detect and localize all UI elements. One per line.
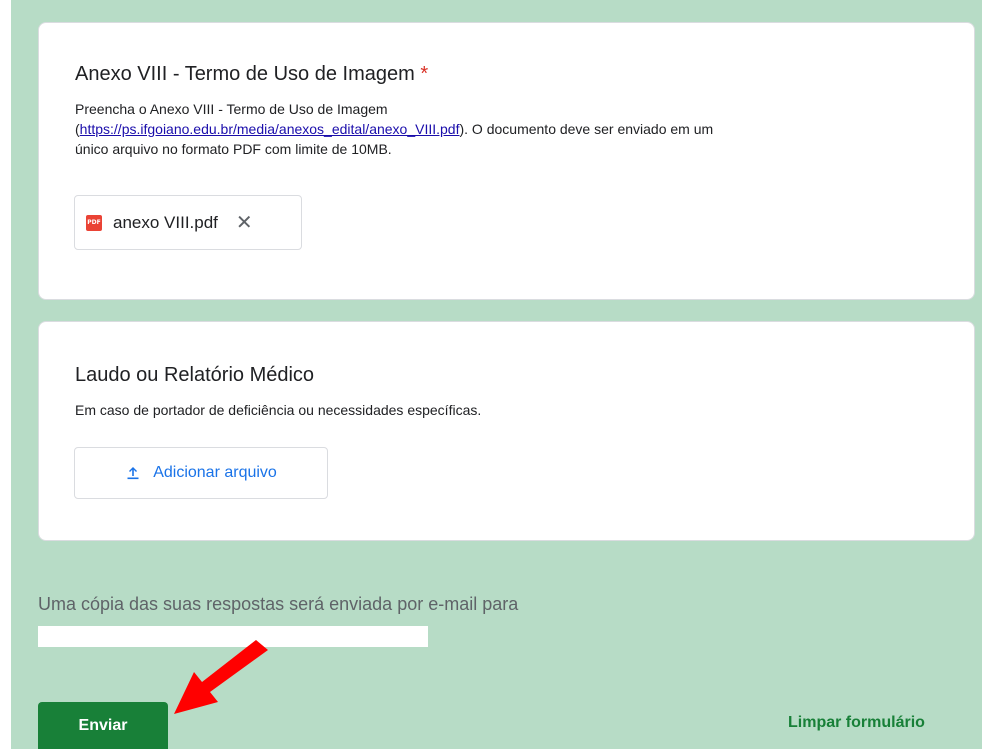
add-file-label: Adicionar arquivo (153, 464, 277, 481)
desc-line-1: Preencha o Anexo VIII - Termo de Uso de … (75, 101, 388, 117)
upload-icon (125, 465, 141, 481)
required-mark: * (420, 63, 429, 85)
pdf-icon: PDF (86, 214, 102, 231)
question-title: Anexo VIII - Termo de Uso de Imagem * (75, 63, 428, 86)
desc-line-2: (https://ps.ifgoiano.edu.br/media/anexos… (75, 119, 945, 139)
question-title: Laudo ou Relatório Médico (75, 364, 315, 386)
close-icon[interactable]: ✕ (236, 213, 253, 233)
submit-button[interactable]: Enviar (38, 702, 168, 749)
desc-after-link: ). O documento deve ser enviado em um (459, 121, 714, 137)
left-edge (0, 0, 11, 749)
question-card-anexo-viii: Anexo VIII - Termo de Uso de Imagem * Pr… (38, 22, 975, 300)
copy-note: Uma cópia das suas respostas será enviad… (38, 594, 519, 614)
question-card-laudo: Laudo ou Relatório Médico Em caso de por… (38, 321, 975, 541)
uploaded-file-chip[interactable]: PDF anexo VIII.pdf ✕ (74, 195, 302, 250)
question-title-text: Anexo VIII - Termo de Uso de Imagem (75, 63, 415, 85)
question-description: Em caso de portador de deficiência ou ne… (75, 402, 482, 418)
anexo-link[interactable]: https://ps.ifgoiano.edu.br/media/anexos_… (80, 121, 460, 137)
desc-line-3: único arquivo no formato PDF com limite … (75, 141, 392, 157)
add-file-button[interactable]: Adicionar arquivo (74, 447, 328, 499)
file-name[interactable]: anexo VIII.pdf (113, 213, 218, 233)
question-description: Preencha o Anexo VIII - Termo de Uso de … (75, 99, 945, 159)
red-arrow-annotation (174, 640, 268, 714)
clear-form-button[interactable]: Limpar formulário (788, 714, 925, 732)
